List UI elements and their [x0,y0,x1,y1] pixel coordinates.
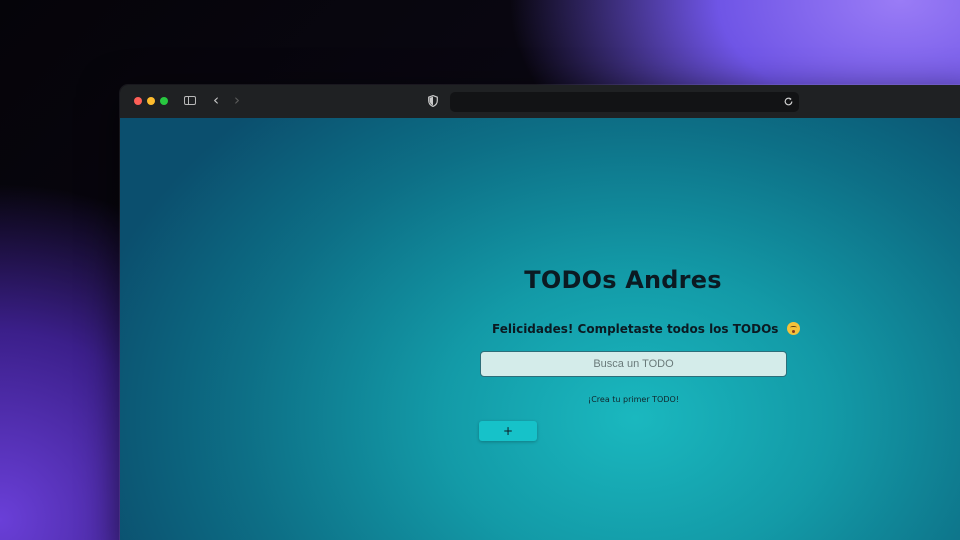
minimize-window-button[interactable] [147,97,155,105]
empty-state-hint: ¡Crea tu primer TODO! [587,395,679,404]
chevron-right-icon[interactable]: › [234,92,240,109]
search-input[interactable] [480,351,787,377]
close-window-button[interactable] [134,97,142,105]
page-content: TODOs Andres Felicidades! Completaste to… [120,118,960,540]
maximize-window-button[interactable] [160,97,168,105]
page-title: TODOs Andres [524,266,722,294]
kissing-face-icon [786,322,800,335]
congrats-message: Felicidades! Completaste todos los TODOs [492,322,779,336]
browser-window: ‹ › TODOs Andres Felicidades! Completast… [120,85,960,540]
desktop-background: ‹ › TODOs Andres Felicidades! Completast… [0,0,960,540]
chevron-left-icon[interactable]: ‹ [213,92,219,109]
congrats-message-row: Felicidades! Completaste todos los TODOs [492,322,800,336]
reload-icon[interactable] [783,96,794,107]
sidebar-toggle-icon[interactable] [184,96,196,105]
add-todo-button[interactable]: + [479,421,537,441]
shield-icon[interactable] [428,95,438,107]
browser-toolbar: ‹ › [120,85,960,119]
address-bar[interactable] [450,92,799,112]
